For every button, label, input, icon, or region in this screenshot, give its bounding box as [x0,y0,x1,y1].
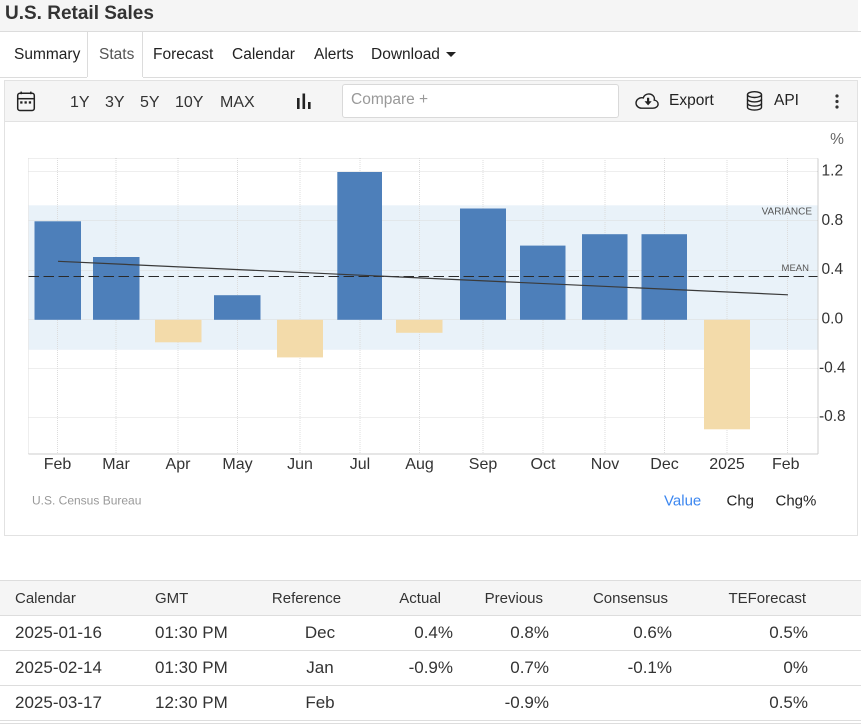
svg-text:Aug: Aug [405,456,433,473]
svg-text:-0.8: -0.8 [819,408,846,425]
svg-text:Mar: Mar [102,456,130,473]
svg-text:Value: Value [664,493,701,510]
svg-text:0.4: 0.4 [822,261,844,278]
svg-text:1.2: 1.2 [822,162,844,179]
svg-text:Jul: Jul [350,456,370,473]
svg-text:Nov: Nov [591,456,619,473]
svg-text:Sep: Sep [469,456,498,473]
svg-text:Jun: Jun [287,456,313,473]
svg-text:0.8: 0.8 [822,212,844,229]
svg-text:Feb: Feb [44,456,72,473]
svg-text:MEAN: MEAN [782,263,810,274]
svg-text:Feb: Feb [772,456,800,473]
svg-text:Apr: Apr [166,456,192,473]
svg-text:%: % [830,131,844,148]
svg-text:U.S. Census Bureau: U.S. Census Bureau [32,494,141,508]
svg-text:May: May [222,456,252,473]
svg-text:Chg%: Chg% [776,493,817,510]
svg-text:2025: 2025 [709,456,745,473]
svg-text:Chg: Chg [727,493,755,510]
svg-text:-0.4: -0.4 [819,360,846,377]
svg-text:VARIANCE: VARIANCE [762,207,813,218]
svg-text:Oct: Oct [531,456,556,473]
svg-text:Dec: Dec [650,456,678,473]
svg-text:0.0: 0.0 [822,310,844,327]
